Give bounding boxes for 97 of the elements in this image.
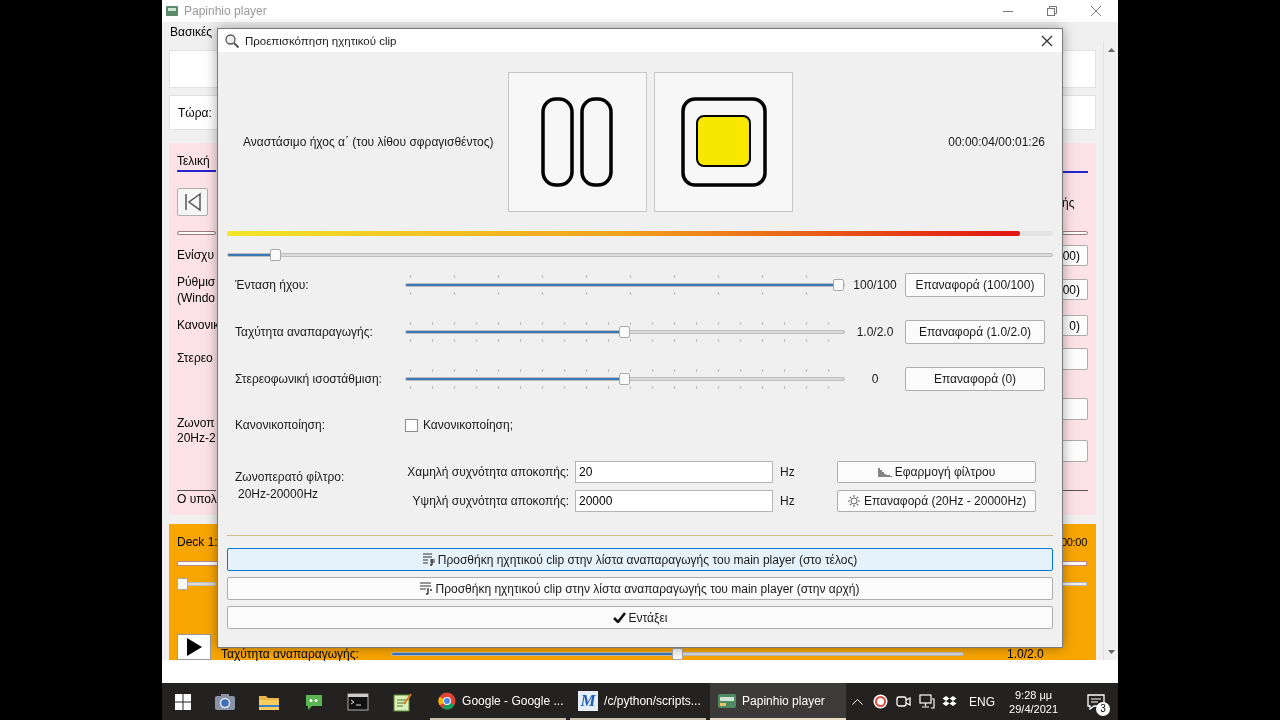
side-button[interactable] <box>1062 440 1088 462</box>
reset-button[interactable]: 00) <box>1062 245 1088 266</box>
playlist-icon <box>422 553 435 566</box>
field-label: (Windo <box>177 292 215 304</box>
now-label: Τώρα: <box>178 105 212 120</box>
clock-date[interactable]: 29/4/2021 <box>1009 701 1059 716</box>
checkbox-label: Κανονικοποίηση; <box>423 418 514 432</box>
play-button[interactable] <box>177 634 211 660</box>
taskbar-button[interactable]: Papinhio player <box>710 683 847 720</box>
check-icon <box>612 612 626 623</box>
taskbar-button[interactable]: M /c/python/scripts... <box>570 683 707 720</box>
window-title: Papinhio player <box>184 4 267 18</box>
slider-value: 100/100 <box>852 277 898 292</box>
notification-badge: 3 <box>1096 702 1111 716</box>
scroll-down-icon[interactable] <box>1107 650 1115 654</box>
taskbar-button[interactable]: Google - Google ... <box>430 683 567 720</box>
side-button[interactable] <box>1062 348 1088 370</box>
terminal-icon[interactable] <box>346 692 369 711</box>
slider-value: 0 <box>870 371 880 386</box>
start-icon[interactable] <box>174 693 191 710</box>
app-logo: M <box>578 690 599 711</box>
input-field[interactable]: 20000 <box>575 490 773 512</box>
reset-button[interactable]: 00) <box>1062 279 1088 300</box>
field-label: 20Hz-2 <box>177 432 216 444</box>
app-icon <box>166 6 178 16</box>
field-label: Ταχύτητα αναπαραγωγής: <box>221 648 360 660</box>
app-icon <box>718 693 737 708</box>
field-label: Ταχύτητα αναπαραγωγής: <box>234 324 374 339</box>
chevron-up-icon[interactable] <box>852 698 864 705</box>
menu-item[interactable]: Βασικές <box>170 25 213 39</box>
apply-filter-button[interactable]: Εφαρμογή φίλτρου <box>837 461 1036 483</box>
slider-handle[interactable] <box>619 325 630 338</box>
time-display: 00:00:04/00:01:26 <box>947 135 1046 149</box>
chat-icon[interactable] <box>303 692 324 711</box>
unit-label: Hz <box>779 465 796 479</box>
deck-title: Deck 1: <box>177 536 218 548</box>
language-indicator[interactable]: ENG <box>969 694 996 709</box>
field-label: Ενίσχυ <box>177 249 214 261</box>
browser-icon <box>438 691 457 710</box>
field-label: Ένταση ήχου: <box>234 277 310 292</box>
video-icon[interactable] <box>896 694 912 709</box>
slider-handle[interactable] <box>270 249 282 261</box>
add-to-playlist-button[interactable]: Προσθήκη ηχητικού clip στην λίστα αναπαραγωγής του main player (στην αρχή) <box>227 577 1053 600</box>
field-label: Στερεο <box>177 352 213 364</box>
field-label: Στερεοφωνική ισοστάθμιση: <box>234 371 383 386</box>
side-button[interactable] <box>1062 398 1088 420</box>
slider-value: 1.0/2.0 <box>1007 648 1044 660</box>
pause-button[interactable] <box>508 72 647 212</box>
unit-label: Hz <box>779 494 796 508</box>
box-icon[interactable] <box>942 694 958 709</box>
field-label: Κανονικ <box>177 319 220 331</box>
skip-back-icon <box>182 192 203 212</box>
field-label: ής <box>1062 197 1075 209</box>
add-to-playlist-button[interactable]: Προσθήκη ηχητικού clip στην λίστα αναπαραγωγής του main player (στο τέλος) <box>227 548 1053 571</box>
notepad-icon[interactable] <box>392 691 412 712</box>
clock-time[interactable]: 9:28 μμ <box>1015 687 1053 702</box>
previous-button[interactable] <box>177 188 208 216</box>
field-label: Ζωνοπερατό φίλτρο: <box>235 470 346 484</box>
checkbox[interactable] <box>405 418 418 432</box>
reset-button[interactable]: Επαναφορά (0) <box>905 366 1045 391</box>
maximize-icon[interactable] <box>1047 6 1057 16</box>
clip-title: Αναστάσιμο ήχος α΄ (του λίθου σφραγισθέντος) <box>242 135 495 149</box>
slider[interactable] <box>177 578 216 590</box>
input-field[interactable]: 20 <box>575 461 773 483</box>
field-label: 20Hz-20000Hz <box>237 487 320 501</box>
reset-button[interactable]: Επαναφορά (20Hz - 20000Hz) <box>837 490 1036 512</box>
bar-chart-icon <box>877 467 892 477</box>
slider[interactable] <box>227 249 1053 261</box>
scroll-up-icon[interactable] <box>1107 48 1115 52</box>
field-label: Χαμηλή συχνότητα αποκοπής: <box>406 465 570 479</box>
slider-handle[interactable] <box>177 578 188 590</box>
reset-button[interactable]: Επαναφορά (1.0/2.0) <box>905 319 1045 344</box>
slider-handle[interactable] <box>671 648 683 660</box>
slider-value: 1.0/2.0 <box>855 324 895 339</box>
ok-button[interactable]: Εντάξει <box>227 606 1053 629</box>
field-label: Ρύθμισ <box>177 276 216 288</box>
slider-handle[interactable] <box>619 372 630 385</box>
field-label: Υψηλή συχνότητα αποκοπής: <box>411 494 570 508</box>
network-icon[interactable] <box>918 694 935 709</box>
field-label: Κανονικοποίηση: <box>234 418 327 432</box>
playlist-icon <box>420 582 433 595</box>
stop-button[interactable] <box>654 72 793 212</box>
search-icon <box>225 33 239 48</box>
circle-icon[interactable] <box>873 694 889 709</box>
dialog-title: Προεπισκόπηση ηχητικού clip <box>245 34 397 47</box>
stop-icon <box>680 97 767 187</box>
play-icon <box>186 638 202 656</box>
status-text: Ο υπολ <box>177 493 217 505</box>
pause-icon <box>540 97 615 187</box>
notification-icon[interactable] <box>1087 693 1106 710</box>
reset-button[interactable]: 0) <box>1062 315 1088 336</box>
slider-handle[interactable] <box>833 278 844 291</box>
reset-button[interactable]: Επαναφορά (100/100) <box>905 272 1045 297</box>
gear-icon <box>846 494 861 508</box>
field-label: Ζωνοπ <box>177 417 215 429</box>
close-icon[interactable] <box>1041 34 1053 47</box>
camera-icon[interactable] <box>214 692 237 711</box>
